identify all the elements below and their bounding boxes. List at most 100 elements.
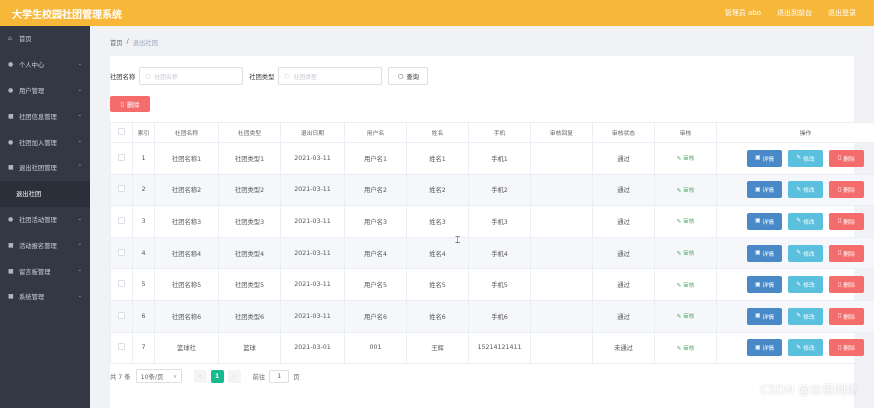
table-body: 1 社团名称1 社团类型1 2021-03-11 用户名1 姓名1 手机1 通过 ✎ 审核 ▣ 详…: [110, 142, 874, 365]
audit-link[interactable]: ✎ 审核: [654, 331, 717, 365]
edit-button[interactable]: ✎ 修改: [788, 149, 823, 167]
trash-icon: ▯: [838, 281, 842, 288]
edit-button[interactable]: ✎ 修改: [788, 244, 823, 262]
sidebar-item-label: 退出社团: [16, 191, 42, 199]
page-size-select[interactable]: 10条/页 ▼: [135, 369, 182, 383]
delete-label: 删除: [843, 251, 855, 258]
next-page-button[interactable]: ›: [227, 369, 241, 383]
audit-link[interactable]: ✎ 审核: [654, 236, 717, 270]
cell-index: 1: [132, 142, 155, 175]
breadcrumb-home[interactable]: 首页: [110, 38, 123, 47]
detail-button[interactable]: ▣ 详情: [747, 244, 782, 262]
cell-date: 2021-03-11: [280, 205, 345, 238]
audit-link[interactable]: ✎ 审核: [654, 268, 717, 301]
cell-username: 用户名4: [344, 236, 407, 270]
delete-button[interactable]: ▯ 删除: [829, 339, 864, 357]
edit-icon: ✎: [796, 155, 802, 162]
delete-button[interactable]: ▯ 删除: [829, 276, 864, 294]
detail-label: 详情: [762, 314, 775, 321]
sidebar-item-club-exit[interactable]: ■ 退出社团管理 ⌃: [0, 155, 90, 181]
cell-status: 通过: [592, 236, 655, 270]
users-icon: ●: [8, 86, 14, 94]
edit-button[interactable]: ✎ 修改: [788, 339, 823, 357]
delete-button[interactable]: ▯ 删除: [829, 149, 864, 167]
goto-page: 前往 1 页: [253, 369, 300, 383]
sidebar-item-system[interactable]: ■ 系统管理 ⌄: [0, 284, 90, 310]
row-actions: ▣ 详情 ✎ 修改 ▯ 删除: [716, 173, 874, 207]
club-type-input[interactable]: ○ 社团类型: [278, 67, 383, 85]
audit-link[interactable]: ✎ 审核: [654, 299, 717, 333]
row-checkbox[interactable]: [110, 268, 133, 301]
detail-button[interactable]: ▣ 详情: [747, 181, 782, 199]
row-checkbox[interactable]: [110, 142, 133, 175]
detail-button[interactable]: ▣ 详情: [747, 307, 782, 325]
row-checkbox[interactable]: [110, 205, 133, 238]
admin-user-link[interactable]: 管理员 abo: [725, 8, 761, 18]
edit-label: 修改: [803, 188, 815, 195]
search-icon: ○: [397, 72, 404, 80]
exit-to-frontend-link[interactable]: 退出到前台: [777, 8, 812, 18]
cell-phone: 手机5: [468, 268, 531, 301]
batch-delete-button[interactable]: ▯ 删除: [110, 96, 150, 112]
audit-link[interactable]: ✎ 审核: [654, 142, 717, 175]
audit-label: 审核: [683, 282, 695, 289]
home-icon: ⌂: [8, 35, 12, 43]
edit-button[interactable]: ✎ 修改: [788, 181, 823, 199]
cell-status: 未通过: [592, 331, 655, 365]
edit-label: 修改: [803, 283, 815, 290]
row-actions: ▣ 详情 ✎ 修改 ▯ 删除: [716, 331, 874, 365]
row-checkbox[interactable]: [110, 236, 133, 270]
cell-status: 通过: [592, 173, 655, 207]
edit-button[interactable]: ✎ 修改: [788, 276, 823, 294]
sidebar-item-club-info[interactable]: ■ 社团信息管理 ⌄: [0, 103, 90, 129]
delete-button[interactable]: ▯ 删除: [829, 212, 864, 230]
sidebar-item-club-join[interactable]: ● 社团加入管理 ⌄: [0, 129, 90, 155]
cell-name: 社团名称5: [154, 268, 219, 301]
select-all-checkbox[interactable]: [110, 122, 133, 143]
detail-button[interactable]: ▣ 详情: [747, 212, 782, 230]
sidebar-item-activity-signup[interactable]: ■ 活动报名管理 ⌄: [0, 232, 90, 258]
delete-label: 删除: [843, 219, 855, 226]
delete-button[interactable]: ▯ 删除: [829, 181, 864, 199]
row-checkbox[interactable]: [110, 173, 133, 207]
column-header: 退出日期: [280, 122, 345, 143]
row-checkbox[interactable]: [110, 331, 133, 365]
breadcrumb-separator: /: [126, 38, 129, 45]
cell-realname: 姓名1: [406, 142, 469, 175]
detail-button[interactable]: ▣ 详情: [747, 276, 782, 294]
column-header: 审核: [654, 122, 717, 143]
calendar-icon: ●: [8, 215, 14, 223]
edit-button[interactable]: ✎ 修改: [788, 212, 823, 230]
cell-username: 用户名2: [344, 173, 407, 207]
sidebar-item-club-activity[interactable]: ● 社团活动管理 ⌄: [0, 207, 90, 233]
page-number-current[interactable]: 1: [210, 369, 224, 383]
audit-link[interactable]: ✎ 审核: [654, 205, 717, 238]
search-icon: ○: [145, 72, 151, 80]
row-actions: ▣ 详情 ✎ 修改 ▯ 删除: [716, 236, 874, 270]
sidebar-item-home[interactable]: ⌂ 首页: [0, 26, 90, 52]
logout-link[interactable]: 退出登录: [828, 8, 856, 18]
delete-button[interactable]: ▯ 删除: [829, 307, 864, 325]
sidebar-subitem-exit-club[interactable]: 退出社团: [0, 180, 90, 207]
sidebar-item-user-management[interactable]: ● 用户管理 ⌄: [0, 78, 90, 104]
detail-button[interactable]: ▣ 详情: [747, 339, 782, 357]
trash-icon: ▯: [838, 250, 842, 257]
cell-date: 2021-03-11: [280, 236, 345, 270]
cell-reply: [530, 236, 593, 270]
sidebar-item-message-board[interactable]: ■ 留言板管理 ⌄: [0, 258, 90, 284]
table-row: 5 社团名称5 社团类型5 2021-03-11 用户名5 姓名5 手机5 通过 ✎ 审核 ▣ 详…: [110, 268, 874, 301]
user-add-icon: ●: [8, 138, 14, 146]
chevron-up-icon: ⌃: [77, 163, 82, 170]
delete-button[interactable]: ▯ 删除: [829, 244, 864, 262]
cell-date: 2021-03-01: [280, 331, 345, 365]
goto-page-input[interactable]: 1: [269, 369, 290, 383]
row-checkbox[interactable]: [110, 299, 133, 333]
prev-page-button[interactable]: ‹: [193, 369, 207, 383]
edit-button[interactable]: ✎ 修改: [788, 307, 823, 325]
club-name-input[interactable]: ○ 社团名称: [139, 67, 244, 85]
detail-button[interactable]: ▣ 详情: [747, 149, 782, 167]
sidebar-item-personal-center[interactable]: ● 个人中心 ⌄: [0, 52, 90, 78]
search-button[interactable]: ○ 查询: [388, 67, 429, 85]
audit-link[interactable]: ✎ 审核: [654, 173, 717, 207]
audit-label: 审核: [683, 187, 695, 194]
